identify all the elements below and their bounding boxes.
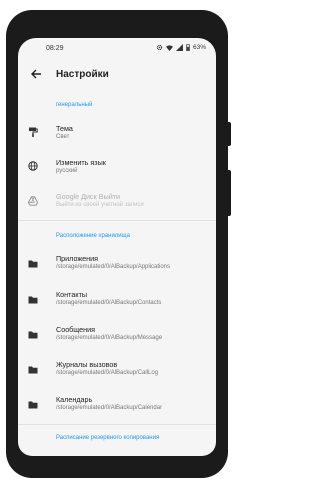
divider	[18, 220, 216, 221]
globe-icon	[28, 161, 38, 171]
folder-icon	[28, 401, 38, 409]
folder-icon	[28, 366, 38, 374]
section-storage: Расположение хранилища	[56, 233, 130, 239]
theme-title: Тема	[56, 124, 73, 133]
divider	[18, 424, 216, 425]
section-general: генеральный	[56, 102, 93, 108]
language-value: русский	[56, 168, 78, 174]
folder-icon	[28, 331, 38, 339]
battery-icon	[186, 44, 190, 51]
status-bar: 08:29 63%	[18, 38, 216, 56]
theme-value: Свет	[56, 134, 70, 140]
storage-path: /storage/emulated/0/AlBackup/CallLog	[56, 370, 159, 376]
folder-icon	[28, 260, 38, 268]
storage-title: Календарь	[56, 395, 93, 404]
setting-theme[interactable]: Тема Свет	[18, 124, 216, 146]
storage-path: /storage/emulated/0/AlBackup/Calendar	[56, 405, 163, 411]
storage-path: /storage/emulated/0/AlBackup/Contacts	[56, 300, 162, 306]
storage-applications[interactable]: Приложения /storage/emulated/0/AlBackup/…	[18, 254, 216, 276]
storage-contacts[interactable]: Контакты /storage/emulated/0/AlBackup/Co…	[18, 290, 216, 312]
storage-messages[interactable]: Сообщения /storage/emulated/0/AlBackup/M…	[18, 325, 216, 347]
storage-path: /storage/emulated/0/AlBackup/Message	[56, 335, 163, 341]
paint-roller-icon	[29, 127, 38, 137]
setting-language[interactable]: Изменить язык русский	[18, 158, 216, 180]
storage-path: /storage/emulated/0/AlBackup/Application…	[56, 264, 171, 270]
screen: 08:29 63% Настройки генеральный Тема Све…	[18, 38, 216, 456]
section-schedule: Расписание резервного копирования	[56, 435, 160, 441]
signal-icon	[175, 44, 183, 51]
gear-icon	[156, 44, 163, 51]
storage-call-logs[interactable]: Журналы вызовов /storage/emulated/0/AlBa…	[18, 360, 216, 382]
folder-icon	[28, 296, 38, 304]
language-title: Изменить язык	[56, 158, 106, 167]
google-drive-icon	[28, 196, 38, 206]
status-icons: 63%	[156, 44, 206, 51]
google-drive-subtitle: Выйти из своей учетной записи	[56, 202, 144, 208]
setting-google-drive[interactable]: Google Диск Выйти Выйти из своей учетной…	[18, 192, 216, 214]
wifi-icon	[165, 45, 173, 51]
storage-title: Контакты	[56, 290, 88, 299]
power-button	[228, 122, 231, 146]
arrow-back-icon[interactable]	[30, 68, 42, 80]
battery-percent: 63%	[192, 44, 206, 51]
storage-title: Журналы вызовов	[56, 360, 118, 369]
volume-button	[228, 170, 231, 216]
storage-calendar[interactable]: Календарь /storage/emulated/0/AlBackup/C…	[18, 395, 216, 417]
page-title: Настройки	[56, 69, 109, 80]
status-time: 08:29	[46, 45, 64, 52]
toolbar: Настройки	[18, 60, 216, 88]
google-drive-title: Google Диск Выйти	[56, 192, 121, 201]
storage-title: Сообщения	[56, 325, 96, 334]
storage-title: Приложения	[56, 254, 99, 263]
